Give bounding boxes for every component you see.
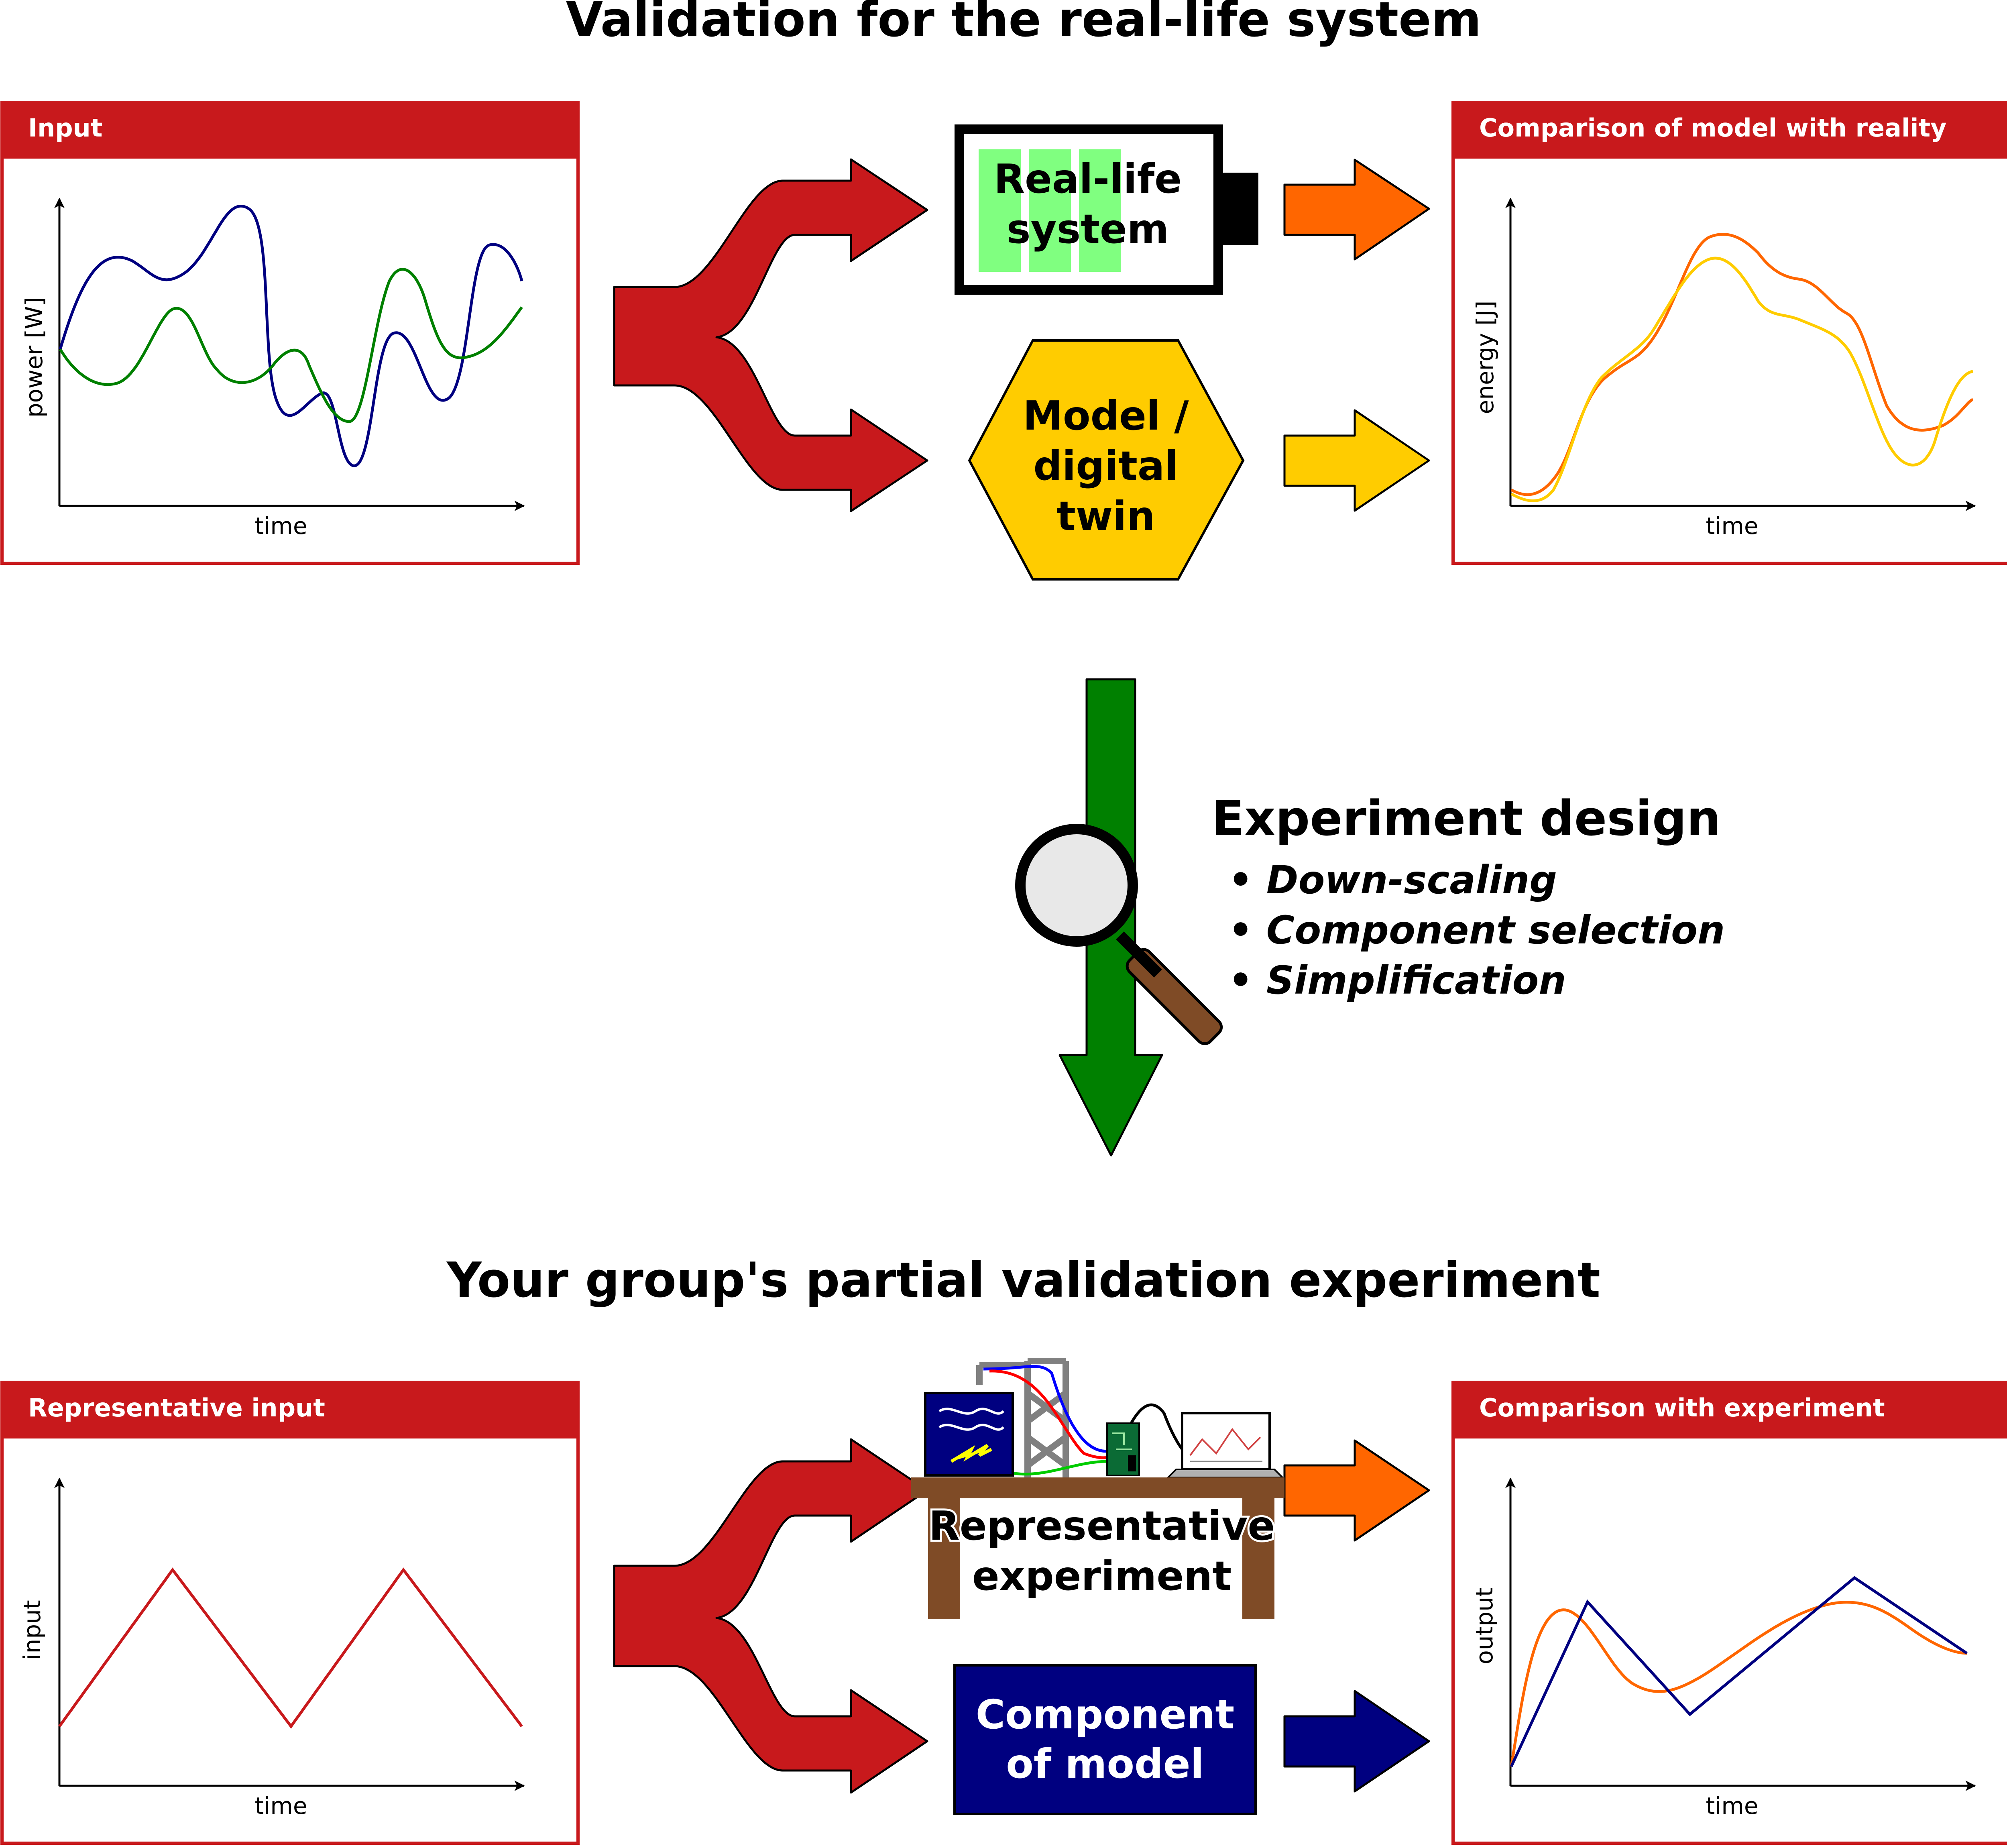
- diagram: Validation for the real-life system Your…: [0, 0, 2007, 1845]
- panel-header-label: Input: [28, 113, 102, 143]
- x-axis-label: time: [254, 512, 307, 540]
- fork-arrow-top: [613, 158, 928, 512]
- comparison-experiment-panel: Comparison with experiment time output: [1451, 1381, 2007, 1845]
- y-axis-label: energy [J]: [1472, 301, 1499, 414]
- y-axis-label: input: [18, 1600, 46, 1660]
- panel-header-label: Comparison with experiment: [1479, 1393, 1885, 1422]
- experiment-label-1: Representative: [929, 1502, 1275, 1549]
- representative-input-panel: Representative input time input: [0, 1381, 580, 1845]
- real-life-label-2: system: [1007, 206, 1169, 253]
- component-box: Component of model: [953, 1664, 1257, 1815]
- power-supply-icon: [924, 1392, 1014, 1477]
- component-label-2: of model: [1006, 1740, 1204, 1787]
- top-title: Validation for the real-life system: [566, 0, 1481, 48]
- x-axis-label: time: [1706, 512, 1758, 540]
- experiment-setup: Representative experiment: [911, 1358, 1284, 1619]
- fork-arrow-bottom: [613, 1438, 928, 1794]
- x-axis-label: time: [1706, 1792, 1758, 1819]
- input-panel: Input time power [W]: [0, 101, 580, 565]
- arrow-real-to-comparison: [1283, 159, 1430, 261]
- comparison-reality-panel: Comparison of model with reality time en…: [1451, 101, 2007, 565]
- panel-header-label: Representative input: [28, 1393, 325, 1422]
- real-life-label-1: Real-life: [994, 155, 1182, 202]
- experiment-design-heading: Experiment design: [1211, 791, 1721, 847]
- experiment-design-bullet: • Simplification: [1228, 958, 1566, 1003]
- model-hexagon: Model / digital twin: [968, 339, 1245, 581]
- arrow-component-to-comparison: [1283, 1690, 1430, 1793]
- experiment-design-bullet: • Down-scaling: [1228, 858, 1557, 903]
- y-axis-label: power [W]: [20, 297, 48, 418]
- arrow-model-to-comparison: [1283, 409, 1430, 512]
- battery-icon: Real-life system: [955, 124, 1258, 295]
- experiment-label-2: experiment: [972, 1553, 1231, 1599]
- circuit-board-icon: [1106, 1422, 1140, 1476]
- model-label-2: digital: [1033, 442, 1178, 489]
- y-axis-label: output: [1471, 1587, 1498, 1664]
- component-label-1: Component: [976, 1691, 1235, 1738]
- bottom-title: Your group's partial validation experime…: [446, 1253, 1600, 1308]
- model-label-1: Model /: [1023, 392, 1189, 439]
- arrow-experiment-to-comparison: [1283, 1439, 1430, 1542]
- model-label-3: twin: [1056, 493, 1155, 540]
- x-axis-label: time: [254, 1792, 307, 1819]
- laptop-icon: [1166, 1412, 1284, 1478]
- panel-header-label: Comparison of model with reality: [1479, 113, 1947, 143]
- experiment-design-bullet: • Component selection: [1228, 908, 1725, 953]
